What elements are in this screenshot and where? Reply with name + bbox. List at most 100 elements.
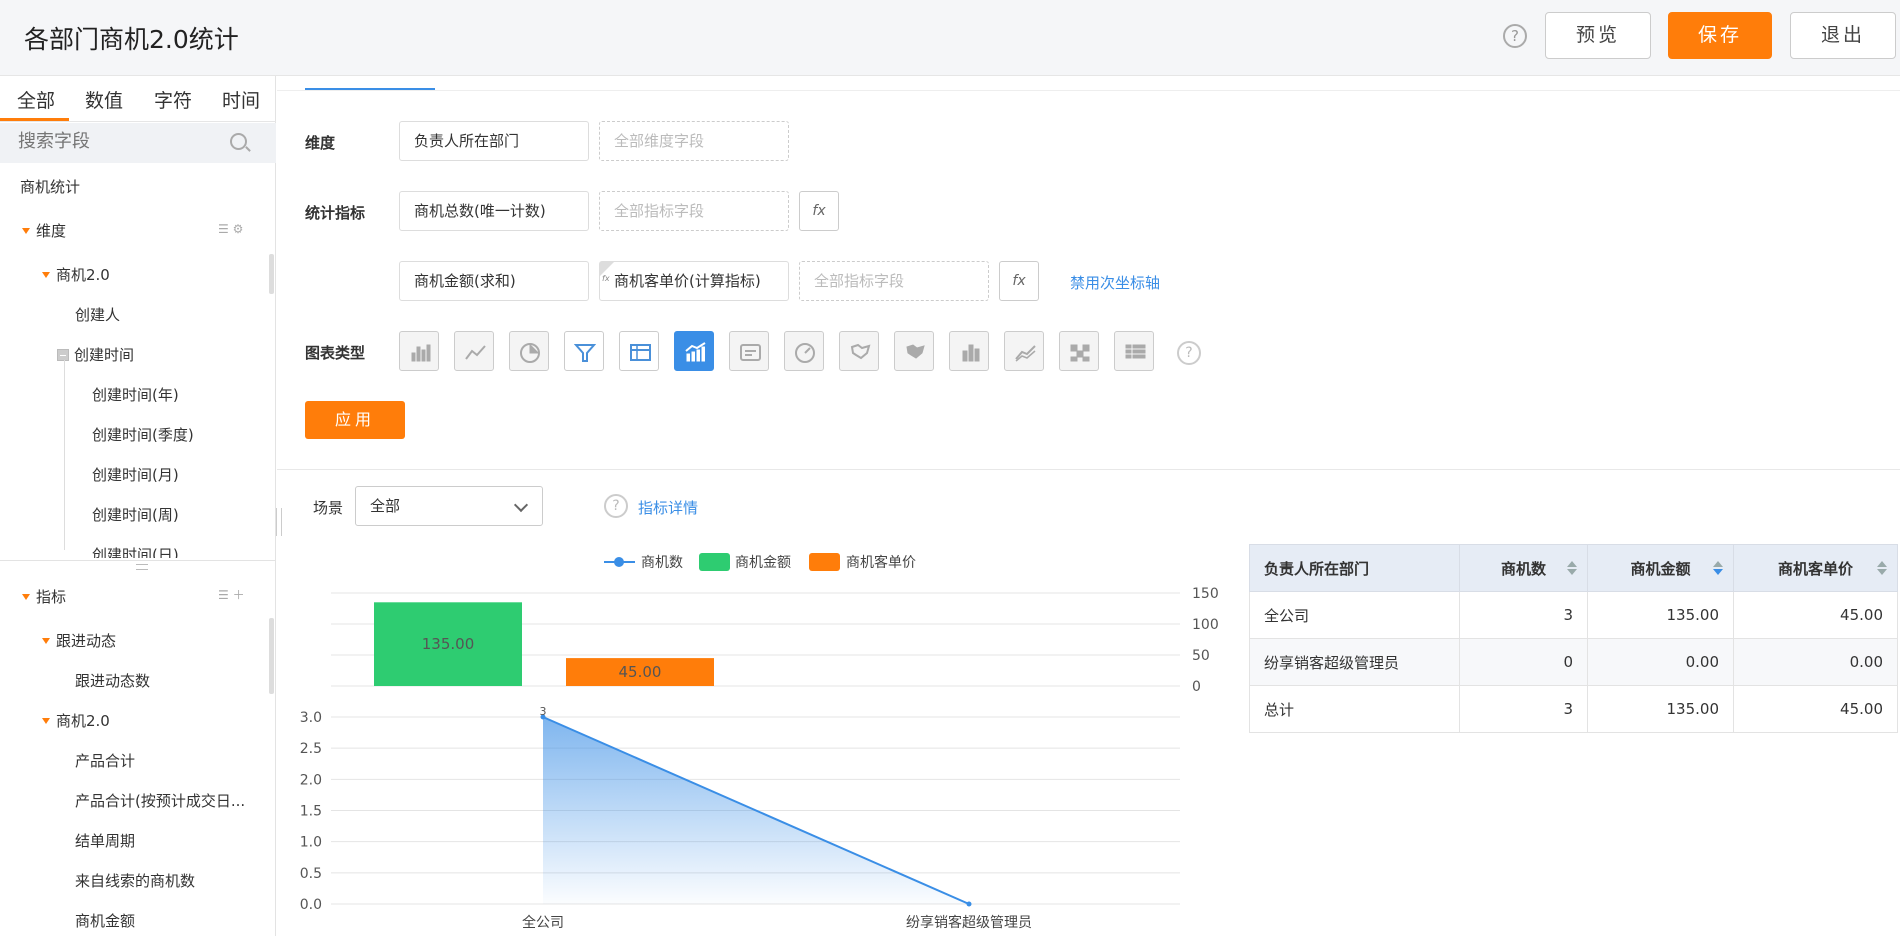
search-input[interactable] — [18, 131, 218, 152]
sort-settings-icon[interactable]: ☰ ⚙ — [218, 222, 243, 236]
tab-time[interactable]: 时间 — [222, 86, 260, 113]
tab-all[interactable]: 全部 — [17, 86, 55, 113]
y2-tick-label: 0 — [1192, 679, 1201, 695]
table-row: 纷享销客超级管理员 0 0.00 0.00 — [1249, 638, 1898, 686]
column-header-label: 商机客单价 — [1777, 559, 1853, 578]
metric-drop-zone-2[interactable]: 全部指标字段 — [799, 261, 989, 301]
data-point — [966, 901, 972, 907]
table-cell: 45.00 — [1733, 685, 1898, 733]
help-icon[interactable]: ? — [604, 494, 628, 518]
field-opportunity-amount[interactable]: 商机金额 — [75, 910, 135, 931]
caret-down-icon — [22, 228, 30, 234]
gauge-chart-icon[interactable] — [784, 331, 824, 371]
y-tick-label: 3.0 — [300, 710, 322, 726]
scrollbar[interactable] — [269, 618, 274, 694]
data-label: 3 — [540, 705, 547, 718]
caret-down-icon — [42, 638, 50, 644]
heatmap-icon[interactable] — [1059, 331, 1099, 371]
sort-add-icon[interactable]: ☰ ＋ — [218, 586, 245, 603]
y-tick-label: 1.5 — [300, 804, 322, 820]
metric-field-count[interactable]: 商机总数(唯一计数) — [399, 191, 589, 231]
field-created-time[interactable]: 创建时间 — [57, 344, 134, 365]
save-button[interactable]: 保存 — [1668, 12, 1772, 59]
bar-chart-icon[interactable] — [399, 331, 439, 371]
field-creator[interactable]: 创建人 — [75, 304, 120, 325]
field-created-month[interactable]: 创建时间(月) — [92, 464, 179, 485]
chart-type-help-icon[interactable]: ? — [1177, 341, 1201, 365]
area-chart-icon[interactable] — [1004, 331, 1044, 371]
fx-button-2[interactable]: fx — [999, 261, 1039, 301]
stacked-bar-icon[interactable] — [949, 331, 989, 371]
metric-detail-link[interactable]: 指标详情 — [638, 497, 698, 518]
field-created-quarter[interactable]: 创建时间(季度) — [92, 424, 194, 445]
disable-secondary-axis-link[interactable]: 禁用次坐标轴 — [1070, 272, 1160, 293]
table-chart-icon[interactable] — [619, 331, 659, 371]
column-header[interactable]: 商机数 — [1459, 544, 1588, 592]
table-cell: 0 — [1459, 638, 1588, 686]
page-title: 各部门商机2.0统计 — [24, 25, 239, 54]
panel-collapse-handle[interactable] — [276, 508, 282, 536]
tab-numeric[interactable]: 数值 — [85, 86, 123, 113]
tree-folder-followup[interactable]: 跟进动态 — [42, 630, 116, 651]
sort-icon[interactable] — [1877, 561, 1887, 575]
field-product-total[interactable]: 产品合计 — [75, 750, 135, 771]
sort-icon[interactable] — [1567, 561, 1577, 575]
card-chart-icon[interactable] — [729, 331, 769, 371]
y-tick-label: 2.5 — [300, 741, 322, 757]
sort-icon[interactable] — [1439, 561, 1447, 575]
tree-folder-opportunity[interactable]: 商机2.0 — [42, 710, 110, 731]
y2-tick-label: 150 — [1192, 586, 1219, 602]
tree-root: 商机统计 — [20, 178, 81, 196]
field-close-cycle[interactable]: 结单周期 — [75, 830, 135, 851]
legend-label: 商机客单价 — [846, 554, 916, 571]
data-label: 135.00 — [422, 635, 475, 653]
preview-button[interactable]: 预览 — [1545, 12, 1651, 59]
tree-group-dimension[interactable]: 维度 — [22, 220, 66, 241]
map2-chart-icon[interactable] — [894, 331, 934, 371]
chevron-down-icon — [513, 497, 529, 513]
search-icon[interactable] — [230, 133, 247, 150]
column-header[interactable]: 负责人所在部门 — [1249, 544, 1460, 592]
field-created-year[interactable]: 创建时间(年) — [92, 384, 179, 405]
column-header[interactable]: 商机客单价 — [1733, 544, 1898, 592]
pie-chart-icon[interactable] — [509, 331, 549, 371]
collapse-icon[interactable] — [57, 349, 69, 361]
field-lead-opportunities[interactable]: 来自线索的商机数 — [75, 870, 195, 891]
dimension-drop-zone[interactable]: 全部维度字段 — [599, 121, 789, 161]
field-panel: 全部 数值 字符 时间 商机统计 维度 ☰ ⚙ 商机2.0 创建人 创建时间 创… — [0, 76, 276, 936]
metric-field-amount[interactable]: 商机金额(求和) — [399, 261, 589, 301]
combo-chart-icon[interactable] — [674, 331, 714, 371]
field-product-total-by-date[interactable]: 产品合计(按预计成交日... — [75, 790, 245, 811]
field-type-tabs: 全部 数值 字符 时间 — [0, 76, 276, 122]
field-created-day[interactable]: 创建时间(日) — [92, 544, 179, 558]
line-chart-icon[interactable] — [454, 331, 494, 371]
table-cell: 3 — [1459, 591, 1588, 639]
exit-button[interactable]: 退出 — [1790, 12, 1896, 59]
table-cell: 0.00 — [1587, 638, 1734, 686]
tree-folder-dim[interactable]: 商机2.0 — [42, 264, 110, 285]
dimension-field[interactable]: 负责人所在部门 — [399, 121, 589, 161]
resize-handle[interactable] — [136, 564, 148, 570]
field-created-week[interactable]: 创建时间(周) — [92, 504, 179, 525]
field-followup-count[interactable]: 跟进动态数 — [75, 670, 150, 691]
tree-group-metric[interactable]: 指标 — [22, 586, 66, 607]
dimension-label: 维度 — [305, 134, 336, 152]
tree-group-label: 维度 — [36, 222, 67, 240]
tab-string[interactable]: 字符 — [154, 86, 192, 113]
caret-down-icon — [42, 718, 50, 724]
apply-button[interactable]: 应用 — [305, 401, 405, 439]
funnel-chart-icon[interactable] — [564, 331, 604, 371]
map-chart-icon[interactable] — [839, 331, 879, 371]
metric-drop-zone[interactable]: 全部指标字段 — [599, 191, 789, 231]
caret-down-icon — [42, 272, 50, 278]
help-icon[interactable]: ? — [1503, 24, 1527, 48]
scene-select[interactable]: 全部 — [355, 486, 543, 526]
sort-desc-icon[interactable] — [1713, 561, 1723, 575]
pivot-table-icon[interactable] — [1114, 331, 1154, 371]
fx-button[interactable]: fx — [799, 191, 839, 231]
metric-field-unit-price[interactable]: fx 商机客单价(计算指标) — [599, 261, 789, 301]
column-header[interactable]: 商机金额 — [1587, 544, 1734, 592]
tree-group-label: 指标 — [36, 588, 67, 606]
scrollbar[interactable] — [269, 254, 274, 294]
caret-down-icon — [22, 594, 30, 600]
